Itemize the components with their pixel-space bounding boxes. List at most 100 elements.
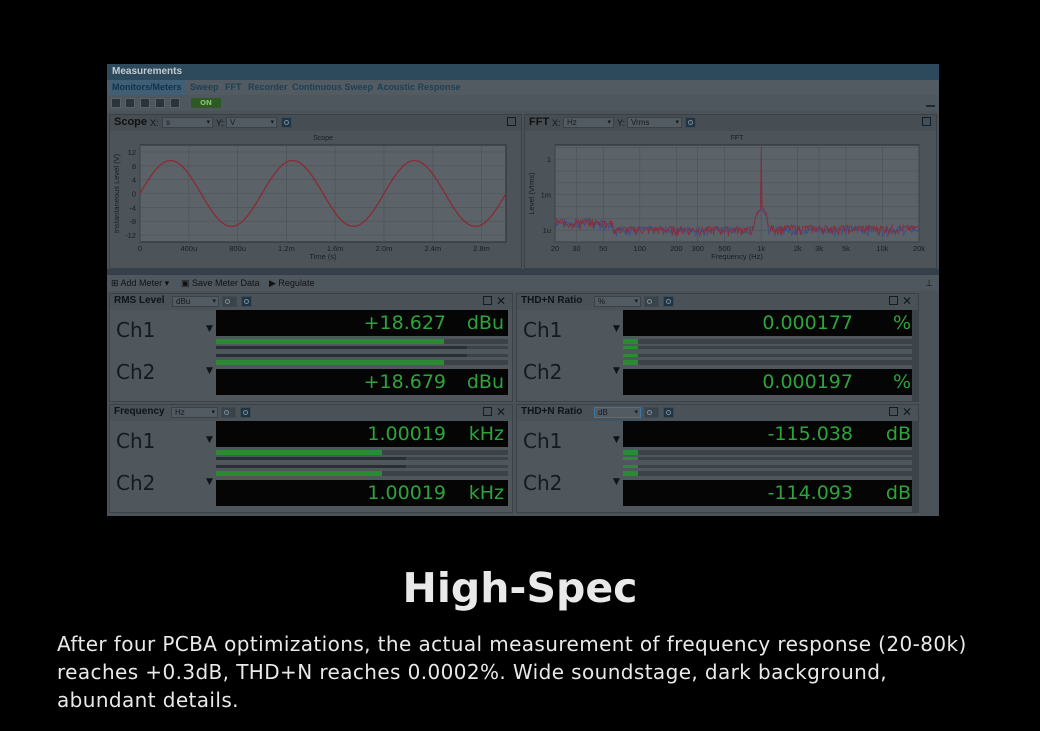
record-icon[interactable]	[155, 98, 165, 108]
level-bar-fill	[623, 450, 638, 455]
fft-x-label: X:	[552, 118, 561, 128]
peak-bar	[623, 465, 915, 468]
meter-unit: kHz	[468, 423, 504, 445]
fft-x-select[interactable]: Hz ▾	[563, 117, 614, 128]
channel-dropdown-icon[interactable]: ▼	[206, 477, 213, 487]
fft-x-tick-label: 20	[551, 244, 559, 253]
meter-title: Frequency	[114, 406, 165, 417]
window-title: Measurements	[107, 64, 939, 80]
on-toggle[interactable]: ON	[191, 98, 221, 108]
level-bar-fill	[216, 450, 383, 455]
meter-unit-select[interactable]: dB ▾	[594, 407, 641, 418]
meter-panel: Frequency Hz ▾ ✕ Ch1 ▼ 1.00019 kHz Ch2 ▼ 1.00019 kH…	[109, 404, 513, 513]
peak-bar-fill	[623, 354, 638, 357]
scope-pane-header: Scope X: s ▾ Y: V ▾	[110, 115, 521, 131]
scope-x-tick-label: 2.4m	[424, 244, 441, 253]
fft-x-axis-label: Frequency (Hz)	[711, 252, 763, 261]
meter-unit: dBu	[466, 371, 504, 393]
meter-unit-select[interactable]: dBu ▾	[172, 296, 219, 307]
close-icon[interactable]: ✕	[902, 405, 912, 419]
level-bar-fill	[216, 471, 383, 476]
scope-x-select[interactable]: s ▾	[162, 117, 213, 128]
scope-y-label: Y:	[216, 118, 225, 128]
close-icon[interactable]: ✕	[902, 294, 912, 308]
channel-dropdown-icon[interactable]: ▼	[613, 477, 620, 487]
meter-unit: %	[892, 312, 911, 334]
fft-x-tick-label: 5k	[842, 244, 850, 253]
level-bar	[623, 360, 915, 365]
bluetooth-icon[interactable]	[140, 98, 150, 108]
level-bar-fill	[623, 339, 638, 344]
tile-icon[interactable]	[125, 98, 135, 108]
scope-y-axis-label: Instantaneous Level (V)	[112, 153, 121, 233]
meter-settings-icon[interactable]	[240, 407, 251, 418]
fft-y-select[interactable]: Vrms ▾	[627, 117, 682, 128]
meter-display-options-icon[interactable]	[222, 296, 237, 307]
meter-unit-select-value: Hz	[175, 408, 185, 417]
tab-continuous-sweep[interactable]: Continuous Sweep	[292, 80, 373, 95]
channel-dropdown-icon[interactable]: ▼	[206, 324, 213, 334]
level-bar-fill	[216, 360, 444, 365]
meter-toolbar: ⊞ Add Meter ▾ ▣ Save Meter Data ▶ Regula…	[107, 275, 939, 291]
settings-icon[interactable]	[170, 98, 180, 108]
tab-acoustic-response[interactable]: Acoustic Response	[377, 80, 461, 95]
add-meter-button[interactable]: ⊞ Add Meter ▾	[111, 275, 169, 291]
meter-display-options-icon[interactable]	[644, 407, 659, 418]
meter-popout-icon[interactable]	[889, 407, 898, 416]
meter-panel-header: Frequency Hz ▾ ✕	[110, 405, 512, 421]
meter-settings-icon[interactable]	[241, 296, 252, 307]
scope-y-select[interactable]: V ▾	[226, 117, 277, 128]
layout-icon[interactable]	[111, 98, 121, 108]
peak-bar	[623, 457, 915, 460]
level-bar	[216, 360, 508, 365]
tab-recorder[interactable]: Recorder	[248, 80, 288, 95]
close-icon[interactable]: ✕	[496, 405, 506, 419]
channel-dropdown-icon[interactable]: ▼	[613, 366, 620, 376]
meter-popout-icon[interactable]	[483, 296, 492, 305]
meter-display-options-icon[interactable]	[221, 407, 236, 418]
collapse-meters-icon[interactable]: ⊥	[925, 275, 933, 291]
scope-settings-icon[interactable]	[281, 117, 292, 128]
save-meter-data-button[interactable]: ▣ Save Meter Data	[181, 275, 260, 291]
close-icon[interactable]: ✕	[496, 294, 506, 308]
peak-bar	[623, 346, 915, 349]
meter-unit-select[interactable]: Hz ▾	[171, 407, 218, 418]
level-bar	[216, 450, 508, 455]
fft-popout-icon[interactable]	[922, 117, 931, 126]
collapse-icon[interactable]	[926, 98, 935, 107]
fft-pane-header: FFT X: Hz ▾ Y: Vrms ▾	[525, 115, 936, 131]
fft-settings-icon[interactable]	[685, 117, 696, 128]
meter-popout-icon[interactable]	[889, 296, 898, 305]
meter-scrollbar[interactable]	[912, 421, 918, 512]
channel-dropdown-icon[interactable]: ▼	[206, 366, 213, 376]
tab-monitors-meters[interactable]: Monitors/Meters	[109, 80, 185, 95]
channel-dropdown-icon[interactable]: ▼	[613, 435, 620, 445]
tab-sweep[interactable]: Sweep	[190, 80, 219, 95]
meter-settings-icon[interactable]	[663, 296, 674, 307]
meter-unit: dBu	[466, 312, 504, 334]
meter-unit: kHz	[468, 482, 504, 504]
scope-popout-icon[interactable]	[507, 117, 516, 126]
meter-settings-icon[interactable]	[663, 407, 674, 418]
regulate-button[interactable]: ▶ Regulate	[269, 275, 314, 291]
peak-bar	[623, 354, 915, 357]
scope-pane: Scope X: s ▾ Y: V ▾ Scope 12 8 4 0 -4 -8 -12 0 400u…	[109, 114, 522, 269]
meter-scrollbar[interactable]	[912, 310, 918, 401]
meter-value: +18.627	[363, 312, 446, 334]
meter-value: -114.093	[767, 482, 853, 504]
meter-value: 1.00019	[367, 482, 446, 504]
channel-dropdown-icon[interactable]: ▼	[613, 324, 620, 334]
meter-unit-select[interactable]: % ▾	[594, 296, 641, 307]
channel-dropdown-icon[interactable]: ▼	[206, 435, 213, 445]
fft-y-axis-label: Level (Vrms)	[527, 172, 536, 215]
fft-x-tick-label: 3k	[815, 244, 823, 253]
meter-display-options-icon[interactable]	[644, 296, 659, 307]
scope-x-axis-label: Time (s)	[309, 252, 337, 261]
scope-y-tick-label: -12	[125, 231, 136, 240]
scope-y-tick-label: 0	[132, 190, 136, 199]
meter-popout-icon[interactable]	[483, 407, 492, 416]
level-bar-fill	[623, 471, 638, 476]
tab-fft[interactable]: FFT	[225, 80, 242, 95]
channel-label: Ch1	[523, 429, 563, 453]
scope-x-tick-label: 0	[138, 244, 142, 253]
